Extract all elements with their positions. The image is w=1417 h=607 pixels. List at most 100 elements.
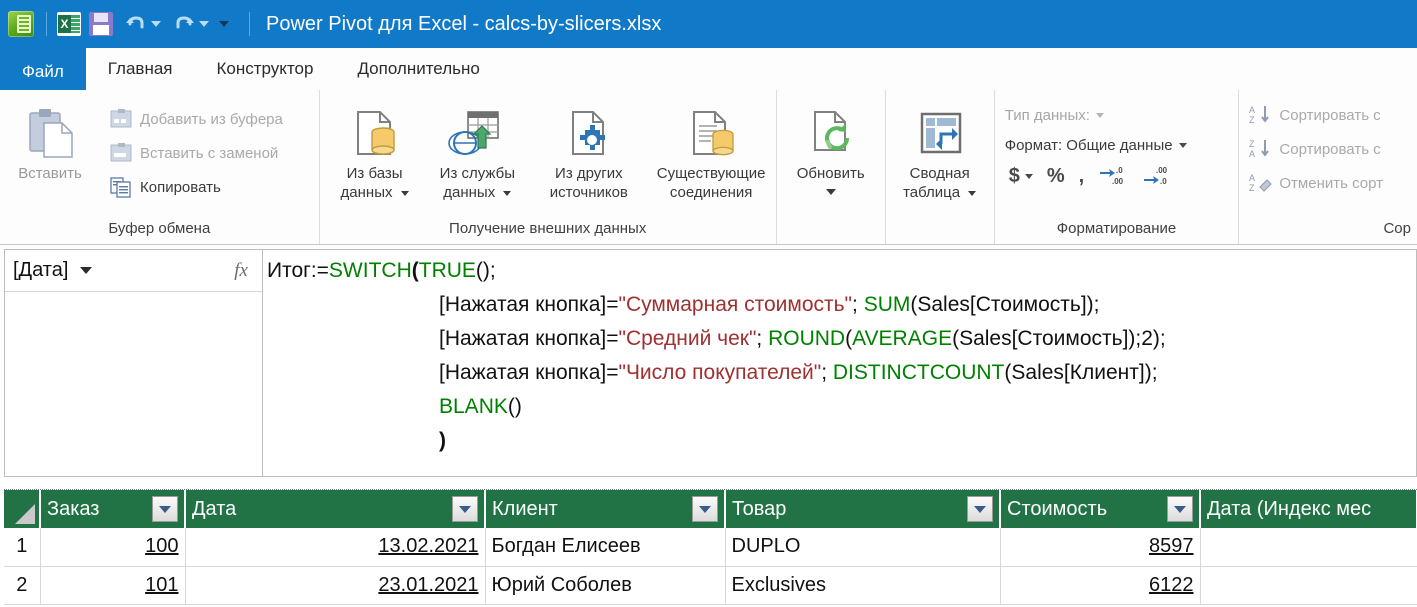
column-header[interactable]: Дата (Индекс мес: [1200, 490, 1417, 528]
column-header-label: Заказ: [47, 497, 100, 520]
measure-body: [5, 292, 262, 476]
ribbon-tab-strip: Файл Главная Конструктор Дополнительно: [0, 48, 1417, 90]
format-caret-icon[interactable]: [1178, 142, 1187, 148]
thousands-separator-icon[interactable]: ,: [1079, 165, 1085, 188]
pivot-group-label: [886, 219, 994, 244]
column-header[interactable]: Клиент: [485, 490, 726, 528]
table-cell[interactable]: DUPLO: [725, 528, 1001, 567]
sort-descending-label: Сортировать с: [1279, 140, 1381, 158]
refresh-group-label: [777, 219, 885, 244]
pivot-table-caret-icon[interactable]: [968, 190, 977, 196]
column-filter-dropdown-icon[interactable]: [452, 496, 478, 522]
row-number[interactable]: 1: [4, 528, 41, 567]
undo-icon[interactable]: [123, 11, 149, 37]
column-filter-dropdown-icon[interactable]: [1167, 496, 1193, 522]
from-data-service-caret-icon[interactable]: [503, 190, 512, 196]
from-database-button[interactable]: Из базы данных: [326, 98, 424, 202]
clear-sort-button[interactable]: A Z Отменить сорт: [1239, 166, 1391, 200]
existing-connections-button[interactable]: Существующие соединения: [647, 98, 776, 202]
svg-text:Z: Z: [1249, 139, 1255, 149]
refresh-button[interactable]: Обновить: [777, 98, 885, 195]
sort-az-icon: A Z: [1247, 103, 1273, 127]
save-icon[interactable]: [89, 12, 113, 36]
sort-group-label: Сор: [1383, 220, 1411, 237]
sort-ascending-button[interactable]: A Z Сортировать с: [1239, 98, 1388, 132]
column-header[interactable]: Товар: [725, 490, 1001, 528]
from-database-line1: Из базы: [346, 165, 403, 182]
table-cell[interactable]: Exclusives: [725, 566, 1001, 605]
ribbon-group-refresh: Обновить: [777, 90, 886, 244]
table-row[interactable]: 1 100 13.02.2021 Богдан Елисеев DUPLO 8597: [4, 528, 1417, 567]
table-cell[interactable]: Богдан Елисеев: [485, 528, 726, 567]
table-row[interactable]: 2 101 23.01.2021 Юрий Соболев Exclusives 6122: [4, 566, 1417, 605]
increase-decimal-icon[interactable]: .0 .00: [1098, 164, 1128, 188]
formula-line: [Нажатая кнопка]="Число покупателей"; DI…: [439, 361, 1158, 384]
select-all-corner[interactable]: [4, 490, 41, 528]
formatting-group-label: Форматирование: [1056, 220, 1177, 237]
format-row[interactable]: Формат: Общие данные: [995, 130, 1197, 160]
table-header-row: Заказ Дата Клиент Товар Стоимость Дата (Индек…: [4, 490, 1417, 528]
ribbon-group-formatting: Тип данных: Формат: Общие данные $ % , .…: [995, 90, 1240, 244]
window-title: Power Pivot для Excel - calcs-by-slicers…: [266, 12, 662, 35]
currency-icon[interactable]: $: [1009, 165, 1033, 188]
formula-area: [Дата] fx Итог:=SWITCH(TRUE(); [Нажатая к…: [0, 245, 1417, 477]
decrease-decimal-icon[interactable]: .00 .0: [1142, 164, 1172, 188]
column-filter-dropdown-icon[interactable]: [152, 496, 178, 522]
copy-button[interactable]: Копировать: [100, 170, 291, 204]
table-cell[interactable]: 13.02.2021: [185, 528, 486, 567]
excel-icon[interactable]: [57, 12, 81, 36]
measure-dropdown-icon[interactable]: [80, 267, 93, 274]
refresh-caret-icon[interactable]: [825, 189, 836, 195]
customize-quick-access-icon[interactable]: [219, 21, 229, 27]
pivot-table-button[interactable]: Сводная таблица: [886, 98, 994, 202]
formula-input[interactable]: Итог:=SWITCH(TRUE(); [Нажатая кнопка]="Су…: [262, 249, 1417, 477]
table-cell[interactable]: 100: [40, 528, 186, 567]
table-cell[interactable]: [1200, 566, 1417, 605]
ribbon-group-clipboard: Вставить Добавить из буфера Вставить с з…: [0, 90, 320, 244]
from-data-service-line1: Из службы: [439, 165, 515, 182]
copy-label: Копировать: [140, 178, 221, 196]
svg-text:A: A: [1249, 105, 1255, 115]
tab-home[interactable]: Главная: [85, 48, 195, 90]
column-header[interactable]: Дата: [185, 490, 486, 528]
existing-connections-line1: Существующие: [656, 165, 766, 182]
column-header[interactable]: Стоимость: [1000, 490, 1201, 528]
row-number[interactable]: 2: [4, 566, 41, 605]
from-other-sources-button[interactable]: Из других источников: [531, 98, 646, 202]
measure-selector[interactable]: [Дата] fx: [5, 250, 262, 292]
ribbon-group-external-data: Из базы данных Из службы данных Из други…: [320, 90, 777, 244]
paste-button-label: Вставить: [18, 165, 82, 182]
paste-replace-label: Вставить с заменой: [140, 144, 279, 162]
table-cell[interactable]: Юрий Соболев: [485, 566, 726, 605]
column-filter-dropdown-icon[interactable]: [692, 496, 718, 522]
undo-dropdown-icon[interactable]: [151, 21, 161, 27]
redo-icon[interactable]: [171, 11, 197, 37]
column-header[interactable]: Заказ: [40, 490, 186, 528]
tab-advanced[interactable]: Дополнительно: [335, 48, 502, 90]
existing-connections-icon: [683, 104, 739, 164]
fx-icon[interactable]: fx: [234, 260, 254, 282]
from-data-service-line2: данных: [443, 183, 512, 202]
formula-line: ): [439, 429, 446, 452]
from-database-caret-icon[interactable]: [400, 190, 409, 196]
table-cell[interactable]: 23.01.2021: [185, 566, 486, 605]
table-cell[interactable]: 8597: [1000, 528, 1201, 567]
paste-replace-button[interactable]: Вставить с заменой: [100, 136, 291, 170]
sort-ascending-label: Сортировать с: [1279, 106, 1381, 124]
table-cell[interactable]: [1200, 528, 1417, 567]
tab-file[interactable]: Файл: [0, 54, 86, 90]
tab-designer[interactable]: Конструктор: [194, 48, 336, 90]
data-type-caret-icon[interactable]: [1095, 112, 1104, 118]
percent-icon[interactable]: %: [1047, 165, 1065, 188]
pivot-table-icon: [914, 104, 966, 164]
from-data-service-button[interactable]: Из службы данных: [424, 98, 532, 202]
column-filter-dropdown-icon[interactable]: [967, 496, 993, 522]
svg-text:.0: .0: [1160, 177, 1167, 186]
table-cell[interactable]: 6122: [1000, 566, 1201, 605]
sort-descending-button[interactable]: Z A Сортировать с: [1239, 132, 1388, 166]
table-cell[interactable]: 101: [40, 566, 186, 605]
paste-append-button[interactable]: Добавить из буфера: [100, 102, 291, 136]
redo-dropdown-icon[interactable]: [199, 21, 209, 27]
paste-button[interactable]: Вставить: [0, 98, 100, 183]
data-type-row[interactable]: Тип данных:: [995, 100, 1114, 130]
